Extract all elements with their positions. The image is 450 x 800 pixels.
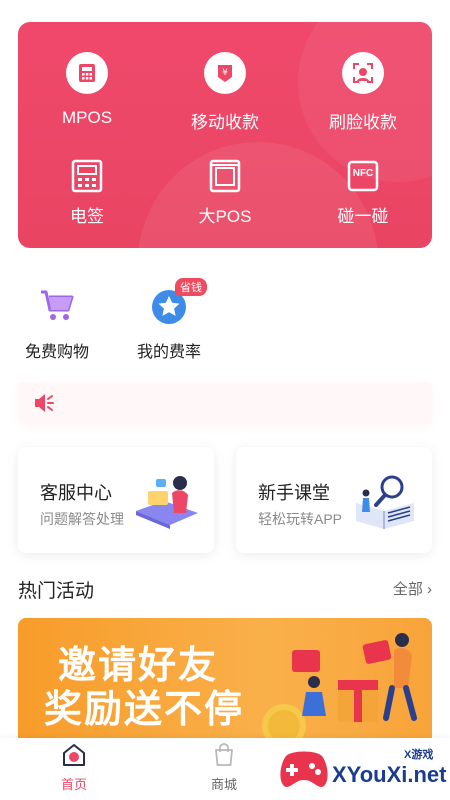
func-big-pos[interactable]: 大POS: [156, 158, 294, 227]
wallet-icon: ¥: [204, 52, 246, 94]
nfc-icon: NFC: [345, 158, 381, 194]
shortcut-label: 我的费率: [136, 344, 201, 361]
tab-label: 商城: [210, 777, 237, 792]
cart-icon: [37, 286, 77, 326]
function-panel: MPOS ¥ 移动收款 刷脸收款 电签 大POS NFC 碰一碰: [18, 22, 432, 248]
tab-label: 首页: [60, 777, 87, 792]
speaker-icon: [34, 393, 56, 413]
nfc-icon-text: NFC: [352, 168, 374, 179]
watermark-text: XYouXi.net: [332, 762, 447, 787]
func-mpos[interactable]: MPOS: [18, 52, 156, 128]
face-scan-icon: [342, 52, 384, 94]
beginner-class-card[interactable]: 新手课堂 轻松玩转APP: [236, 447, 432, 553]
func-label: 刷脸收款: [329, 113, 397, 132]
tab-home[interactable]: 首页: [34, 742, 114, 793]
tab-mall[interactable]: 商城: [184, 742, 264, 793]
func-mobile-pay[interactable]: ¥ 移动收款: [156, 52, 294, 133]
customer-service-card[interactable]: 客服中心 问题解答处理: [18, 447, 214, 553]
func-nfc[interactable]: NFC 碰一碰: [294, 158, 432, 227]
shopping-bag-icon: [211, 742, 237, 768]
notice-bar[interactable]: [18, 382, 432, 424]
banner-line2: 奖励送不停: [44, 689, 245, 731]
func-label: 移动收款: [191, 113, 259, 132]
func-face-pay[interactable]: 刷脸收款: [294, 52, 432, 133]
func-e-sign[interactable]: 电签: [18, 158, 156, 227]
calculator-icon: [66, 52, 108, 94]
card-title: 新手课堂: [258, 483, 330, 503]
shortcut-my-rate[interactable]: 省钱 我的费率: [114, 278, 224, 362]
learning-illustration: [352, 473, 418, 531]
svg-text:¥: ¥: [222, 68, 228, 78]
card-subtitle: 轻松玩转APP: [258, 511, 343, 527]
pos-terminal-icon: [69, 158, 105, 194]
big-pos-icon: [207, 158, 243, 194]
save-badge: 省钱: [175, 278, 207, 296]
func-label: 电签: [70, 207, 104, 226]
func-label: 碰一碰: [337, 207, 389, 226]
star-icon: 省钱: [149, 278, 207, 326]
hot-activities-title: 热门活动: [18, 581, 95, 602]
banner-illustration: [262, 633, 417, 738]
shortcut-free-shopping[interactable]: 免费购物: [2, 286, 112, 362]
support-illustration: [134, 473, 200, 531]
shortcut-label: 免费购物: [24, 344, 89, 361]
watermark: XYouXi.net X游戏: [272, 738, 450, 800]
gamepad-logo-icon: [280, 751, 328, 787]
func-label: MPOS: [61, 108, 113, 127]
watermark-small-text: X游戏: [404, 749, 434, 761]
func-label: 大POS: [198, 207, 252, 226]
home-icon: [61, 742, 87, 768]
view-all-link[interactable]: 全部 ›: [393, 578, 432, 599]
card-subtitle: 问题解答处理: [40, 511, 124, 527]
card-title: 客服中心: [40, 483, 112, 503]
invite-banner[interactable]: 邀请好友 奖励送不停: [18, 618, 432, 738]
